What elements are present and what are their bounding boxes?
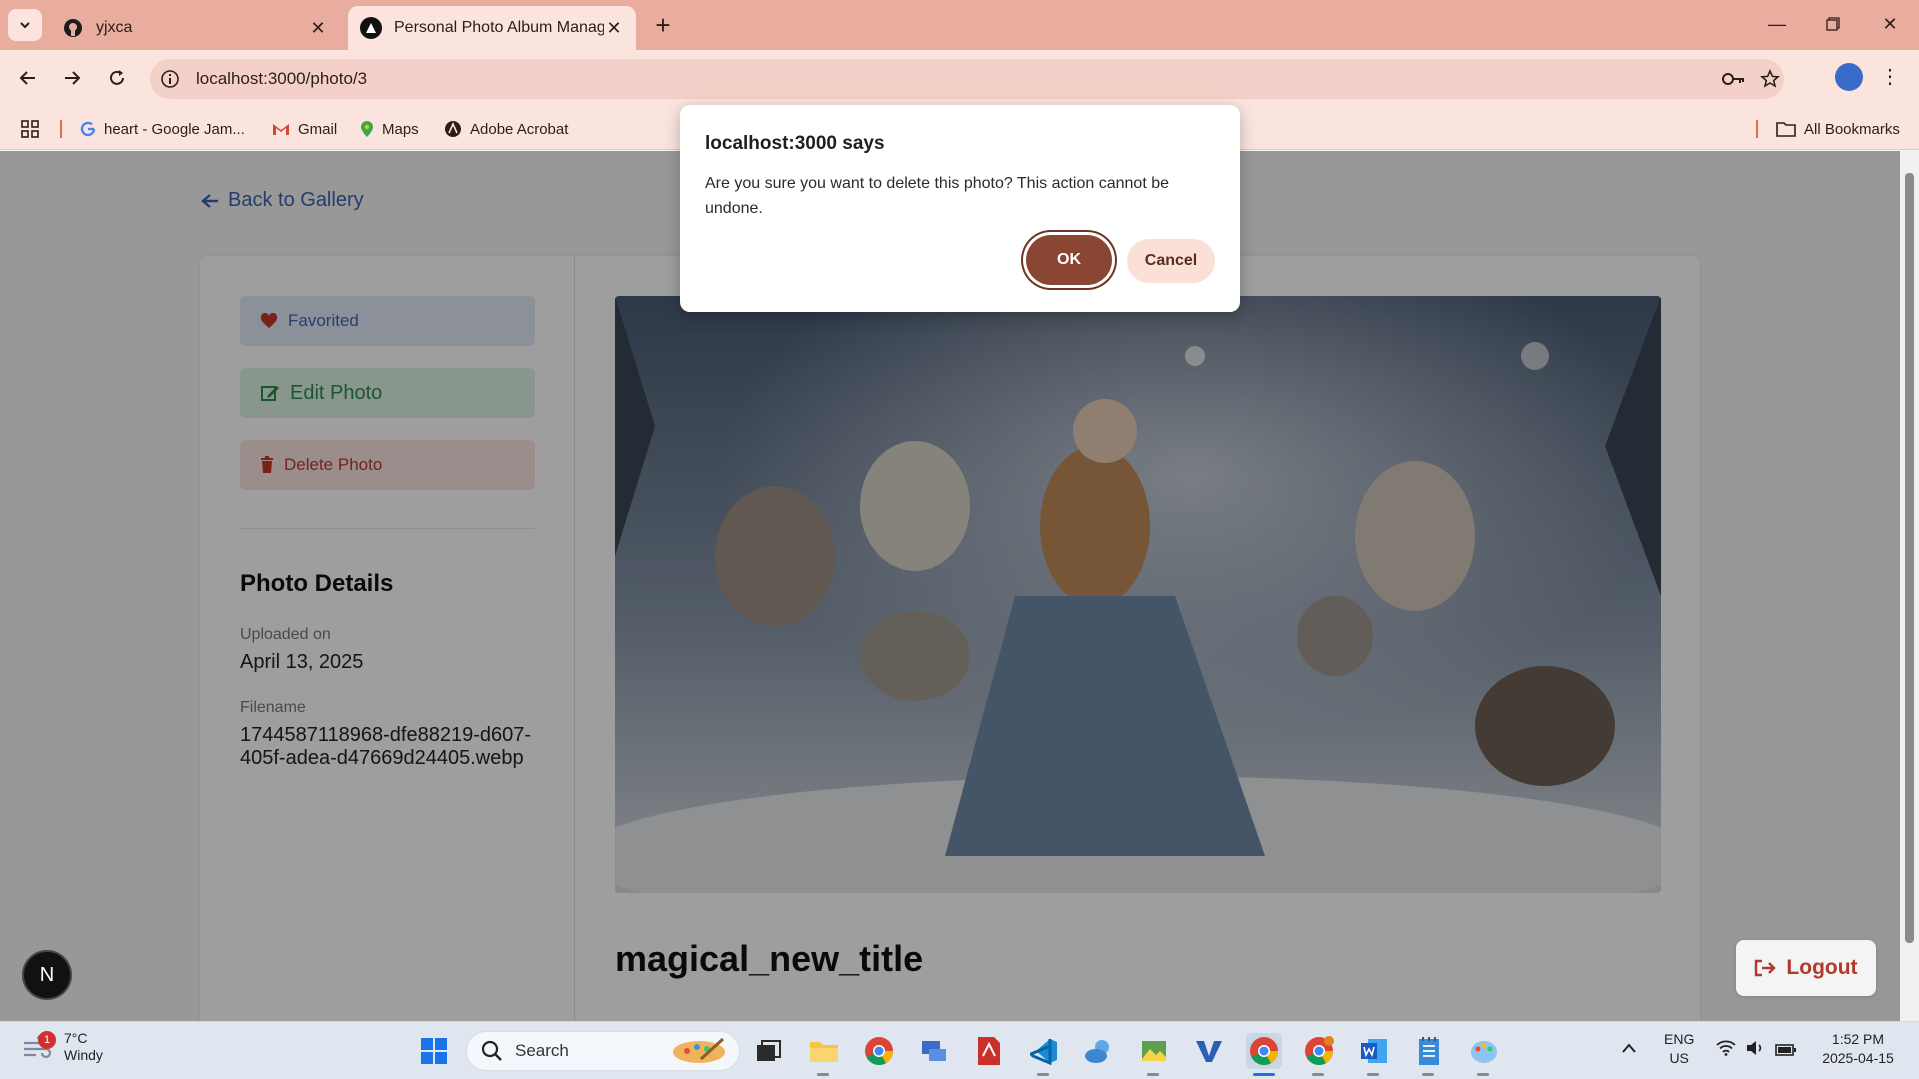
confirm-dialog: localhost:3000 says Are you sure you wan…	[680, 105, 1240, 312]
maps-icon	[360, 120, 374, 138]
running-indicator	[1312, 1073, 1324, 1076]
dialog-title: localhost:3000 says	[705, 133, 885, 154]
tab-title: Personal Photo Album Manager	[394, 19, 604, 36]
bookmark-acrobat[interactable]: Adobe Acrobat	[444, 108, 568, 150]
bookmark-star-icon[interactable]	[1760, 59, 1780, 99]
acrobat-icon	[444, 120, 462, 138]
volume-icon[interactable]	[1745, 1040, 1765, 1061]
search-icon	[481, 1040, 502, 1061]
clock-time: 1:52 PM	[1831, 1031, 1885, 1047]
tab-photo-album[interactable]: Personal Photo Album Manager ✕	[348, 6, 636, 50]
language-indicator[interactable]: ENG US	[1664, 1030, 1694, 1068]
bookmark-heart-jam[interactable]: heart - Google Jam...	[80, 108, 245, 150]
tab-close-icon[interactable]: ✕	[308, 18, 328, 39]
avatar-letter: N	[39, 963, 55, 986]
lang-top: ENG	[1664, 1031, 1695, 1047]
chrome-profile-icon[interactable]	[1301, 1033, 1337, 1069]
page-scrollbar[interactable]	[1900, 151, 1919, 1021]
url-text[interactable]: localhost:3000/photo/3	[196, 69, 367, 89]
clock[interactable]: 1:52 PM 2025-04-15	[1815, 1030, 1901, 1068]
bookmark-label: Maps	[382, 120, 419, 138]
scrollbar-thumb[interactable]	[1905, 173, 1914, 943]
dev-indicator-avatar[interactable]: N	[22, 950, 72, 1000]
paint-icon[interactable]	[1466, 1033, 1502, 1069]
vscode-icon[interactable]	[1026, 1033, 1062, 1069]
all-bookmarks-label: All Bookmarks	[1804, 120, 1900, 138]
tab-title: yjxca	[96, 19, 133, 36]
forward-arrow-icon[interactable]	[54, 60, 90, 96]
bookmark-label: Gmail	[298, 120, 338, 138]
wifi-icon[interactable]	[1716, 1040, 1736, 1061]
minimize-icon[interactable]: —	[1757, 8, 1797, 40]
tab-strip: yjxca ✕ Personal Photo Album Manager ✕ +…	[0, 0, 1919, 50]
battery-icon[interactable]	[1775, 1042, 1797, 1061]
window-close-icon[interactable]: ✕	[1870, 8, 1910, 40]
running-indicator	[1037, 1073, 1049, 1076]
browser-toolbar: localhost:3000/photo/3 ⋮	[0, 50, 1919, 108]
dialog-message: Are you sure you want to delete this pho…	[705, 175, 1169, 217]
chrome-active-icon[interactable]	[1246, 1033, 1282, 1069]
notepad-icon[interactable]	[1411, 1033, 1447, 1069]
weather-widget[interactable]: 1 7°C Windy	[22, 1030, 103, 1064]
all-bookmarks-button[interactable]: All Bookmarks	[1776, 108, 1900, 150]
weather-app-icon[interactable]	[1081, 1033, 1117, 1069]
github-icon	[62, 17, 84, 39]
reload-icon[interactable]	[99, 60, 135, 96]
logout-icon	[1754, 959, 1777, 977]
restore-icon[interactable]	[1813, 8, 1853, 40]
tab-close-icon[interactable]: ✕	[604, 18, 624, 39]
file-explorer-icon[interactable]	[806, 1033, 842, 1069]
active-indicator	[1253, 1073, 1275, 1076]
weather-temp: 7°C	[64, 1030, 88, 1046]
running-indicator	[1147, 1073, 1159, 1076]
visual-studio-icon[interactable]	[1191, 1033, 1227, 1069]
clock-date: 2025-04-15	[1822, 1050, 1894, 1066]
more-menu-icon[interactable]: ⋮	[1880, 64, 1900, 89]
paint-palette-icon	[671, 1037, 727, 1070]
weather-badge: 1	[38, 1031, 56, 1049]
chevron-down-icon	[20, 22, 30, 29]
photo-editor-icon[interactable]	[1136, 1033, 1172, 1069]
tab-search-button[interactable]	[8, 9, 42, 41]
ok-button[interactable]: OK	[1026, 235, 1112, 285]
lang-bottom: US	[1669, 1050, 1689, 1066]
running-indicator	[1422, 1073, 1434, 1076]
windows-taskbar: 1 7°C Windy Search ENG US 1:52 PM 2025-0…	[0, 1021, 1919, 1079]
bookmark-label: Adobe Acrobat	[470, 120, 569, 138]
windows-start-icon[interactable]	[416, 1033, 452, 1069]
bookmark-separator	[1756, 120, 1758, 138]
profile-avatar[interactable]	[1835, 63, 1863, 91]
apps-grid-icon[interactable]	[20, 108, 40, 150]
running-indicator	[817, 1073, 829, 1076]
nextjs-icon	[360, 17, 382, 39]
weather-desc: Windy	[64, 1047, 103, 1063]
site-info-icon[interactable]	[150, 69, 190, 89]
logout-button[interactable]: Logout	[1736, 940, 1876, 996]
bookmark-gmail[interactable]: Gmail	[272, 108, 337, 150]
folder-icon	[1776, 121, 1796, 137]
new-tab-button[interactable]: +	[648, 8, 678, 42]
remote-desktop-icon[interactable]	[916, 1033, 952, 1069]
logout-label: Logout	[1786, 956, 1858, 979]
address-bar[interactable]: localhost:3000/photo/3	[150, 59, 1784, 99]
tray-chevron-up-icon[interactable]	[1621, 1040, 1637, 1059]
back-arrow-icon[interactable]	[10, 60, 46, 96]
bookmark-separator	[60, 120, 62, 138]
cancel-button[interactable]: Cancel	[1127, 239, 1215, 283]
google-icon	[80, 121, 96, 137]
chrome-icon[interactable]	[861, 1033, 897, 1069]
running-indicator	[1367, 1073, 1379, 1076]
bookmark-maps[interactable]: Maps	[360, 108, 419, 150]
tab-github[interactable]: yjxca ✕	[50, 6, 340, 50]
search-placeholder: Search	[515, 1041, 569, 1060]
word-icon[interactable]	[1356, 1033, 1392, 1069]
password-key-icon[interactable]	[1722, 59, 1746, 99]
taskbar-search[interactable]: Search	[466, 1031, 740, 1071]
pdf-reader-icon[interactable]	[971, 1033, 1007, 1069]
task-view-icon[interactable]	[751, 1033, 787, 1069]
windy-icon: 1	[22, 1031, 56, 1059]
running-indicator	[1477, 1073, 1489, 1076]
gmail-icon	[272, 122, 290, 136]
bookmark-label: heart - Google Jam...	[104, 120, 245, 138]
